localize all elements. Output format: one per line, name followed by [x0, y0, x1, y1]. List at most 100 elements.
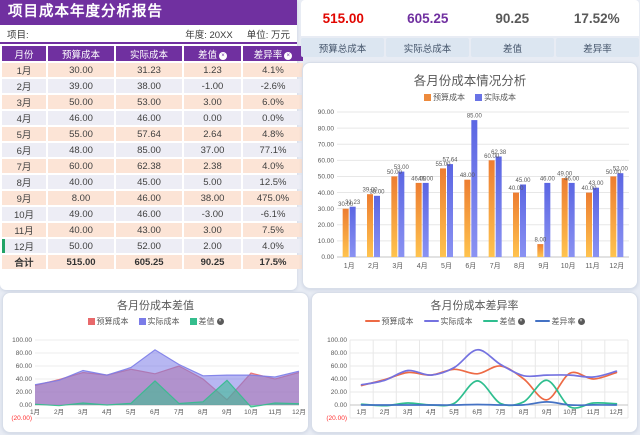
- svg-text:3月: 3月: [78, 408, 88, 416]
- table-cell: 475.0%: [243, 191, 303, 205]
- svg-text:8月: 8月: [514, 262, 525, 270]
- table-cell: 8.00: [48, 191, 114, 205]
- svg-text:3月: 3月: [403, 408, 413, 416]
- table-cell: 52.00: [116, 239, 182, 253]
- svg-text:8.00: 8.00: [534, 238, 546, 244]
- bar-chart-title: 各月份成本情况分析: [303, 70, 637, 89]
- table-cell: 2月: [2, 79, 46, 93]
- bar-chart-card: 各月份成本情况分析 预算成本实际成本 0.0010.0020.0030.0040…: [302, 62, 638, 289]
- table-cell: 43.00: [116, 223, 182, 237]
- area-chart-title: 各月份成本差值: [3, 297, 308, 313]
- table-cell: 49.00: [48, 207, 114, 221]
- table-cell: 46.00: [48, 111, 114, 125]
- svg-text:70.00: 70.00: [318, 141, 335, 148]
- report-title: 项目成本年度分析报告: [0, 0, 297, 25]
- filter-circle-icon[interactable]: [219, 52, 227, 60]
- table-cell: -6.1%: [243, 207, 303, 221]
- table-cell: 46.00: [116, 207, 182, 221]
- summary-strip: 515.00605.2590.2517.52% 预算总成本实际总成本差值差异率: [301, 0, 639, 59]
- svg-text:0.00: 0.00: [321, 254, 334, 261]
- svg-text:4月: 4月: [102, 408, 112, 416]
- svg-text:20.00: 20.00: [318, 222, 335, 229]
- project-label: 项目:: [7, 27, 185, 41]
- summary-label: 实际总成本: [386, 38, 469, 57]
- table-cell: 4.0%: [243, 239, 303, 253]
- svg-text:48.00: 48.00: [460, 173, 476, 179]
- svg-text:9月: 9月: [538, 262, 549, 270]
- table-cell: 0.0%: [243, 111, 303, 125]
- svg-text:20.00: 20.00: [331, 389, 348, 396]
- svg-text:1月: 1月: [30, 408, 40, 416]
- summary-values: 515.00605.2590.2517.52%: [301, 0, 639, 36]
- table-cell: 50.00: [48, 239, 114, 253]
- table-cell: 48.00: [48, 143, 114, 157]
- svg-text:5月: 5月: [441, 262, 452, 270]
- line-chart-plot: (20.00)0.0020.0040.0060.0080.00100.001月2…: [312, 326, 637, 430]
- legend-item: 预算成本: [88, 316, 129, 327]
- table-cell: 12.5%: [243, 175, 303, 189]
- legend-label: 差值: [199, 316, 215, 327]
- table-cell: 45.00: [116, 175, 182, 189]
- svg-text:85.00: 85.00: [467, 114, 483, 120]
- chart-filter-icon[interactable]: [217, 318, 224, 325]
- table-cell: 11月: [2, 223, 46, 237]
- svg-text:3月: 3月: [392, 262, 403, 270]
- svg-text:2月: 2月: [368, 262, 379, 270]
- legend-swatch-icon: [139, 318, 146, 325]
- column-header: 月份: [2, 46, 46, 61]
- svg-text:6月: 6月: [472, 408, 482, 416]
- table-cell: 90.25: [184, 255, 241, 269]
- chart-filter-icon[interactable]: [518, 318, 525, 325]
- table-cell: 85.00: [116, 143, 182, 157]
- filter-circle-icon[interactable]: [284, 52, 292, 60]
- summary-value: 17.52%: [555, 11, 640, 26]
- svg-text:12月: 12月: [609, 262, 624, 270]
- table-cell: 50.00: [48, 95, 114, 109]
- chart-filter-icon[interactable]: [578, 318, 585, 325]
- table-row: 10月49.0046.00-3.00-6.1%: [2, 207, 303, 221]
- legend-swatch-icon: [535, 320, 550, 322]
- line-chart-legend: 预算成本实际成本差值差异率: [312, 316, 637, 326]
- svg-text:5月: 5月: [126, 408, 136, 416]
- table-cell: 10月: [2, 207, 46, 221]
- svg-text:11月: 11月: [587, 408, 600, 416]
- legend-label: 预算成本: [97, 316, 129, 327]
- svg-text:9月: 9月: [222, 408, 232, 416]
- table-cell: 12月: [2, 239, 46, 253]
- table-cell: 7月: [2, 159, 46, 173]
- table-cell: 2.64: [184, 127, 241, 141]
- table-cell: 4.0%: [243, 159, 303, 173]
- table-header-row: 月份预算成本实际成本差值差异率: [2, 46, 303, 61]
- table-cell: 53.00: [116, 95, 182, 109]
- table-cell: 605.25: [116, 255, 182, 269]
- svg-text:62.38: 62.38: [491, 150, 507, 156]
- svg-text:4月: 4月: [426, 408, 436, 416]
- legend-label: 预算成本: [433, 92, 465, 103]
- table-cell: 31.23: [116, 63, 182, 77]
- table-cell: 6.0%: [243, 95, 303, 109]
- legend-label: 实际成本: [441, 316, 473, 327]
- svg-text:20.00: 20.00: [16, 389, 33, 396]
- svg-text:57.64: 57.64: [442, 158, 458, 164]
- table-cell: 6月: [2, 143, 46, 157]
- table-cell: 55.00: [48, 127, 114, 141]
- year-label: 年度: 20XX: [185, 27, 233, 41]
- line-chart-card: 各月份成本差异率 预算成本实际成本差值差异率 (20.00)0.0020.004…: [311, 292, 638, 433]
- svg-text:53.00: 53.00: [394, 165, 410, 171]
- svg-text:30.00: 30.00: [318, 206, 335, 213]
- table-cell: 合计: [2, 255, 46, 269]
- svg-text:46.00: 46.00: [540, 176, 556, 182]
- cost-table-body: 1月30.0031.231.234.1%2月39.0038.00-1.00-2.…: [2, 63, 303, 269]
- area-chart-card: 各月份成本差值 预算成本实际成本差值 (20.00)0.0020.0040.00…: [2, 292, 309, 433]
- column-header: 实际成本: [116, 46, 182, 61]
- table-cell: 17.5%: [243, 255, 303, 269]
- svg-text:38.00: 38.00: [369, 189, 385, 195]
- table-cell: 57.64: [116, 127, 182, 141]
- svg-text:2月: 2月: [54, 408, 64, 416]
- summary-label: 预算总成本: [301, 38, 384, 57]
- column-header: 预算成本: [48, 46, 114, 61]
- legend-item: 实际成本: [139, 316, 180, 327]
- table-cell: 8月: [2, 175, 46, 189]
- legend-item: 实际成本: [475, 92, 516, 103]
- area-chart-legend: 预算成本实际成本 差值: [3, 316, 308, 326]
